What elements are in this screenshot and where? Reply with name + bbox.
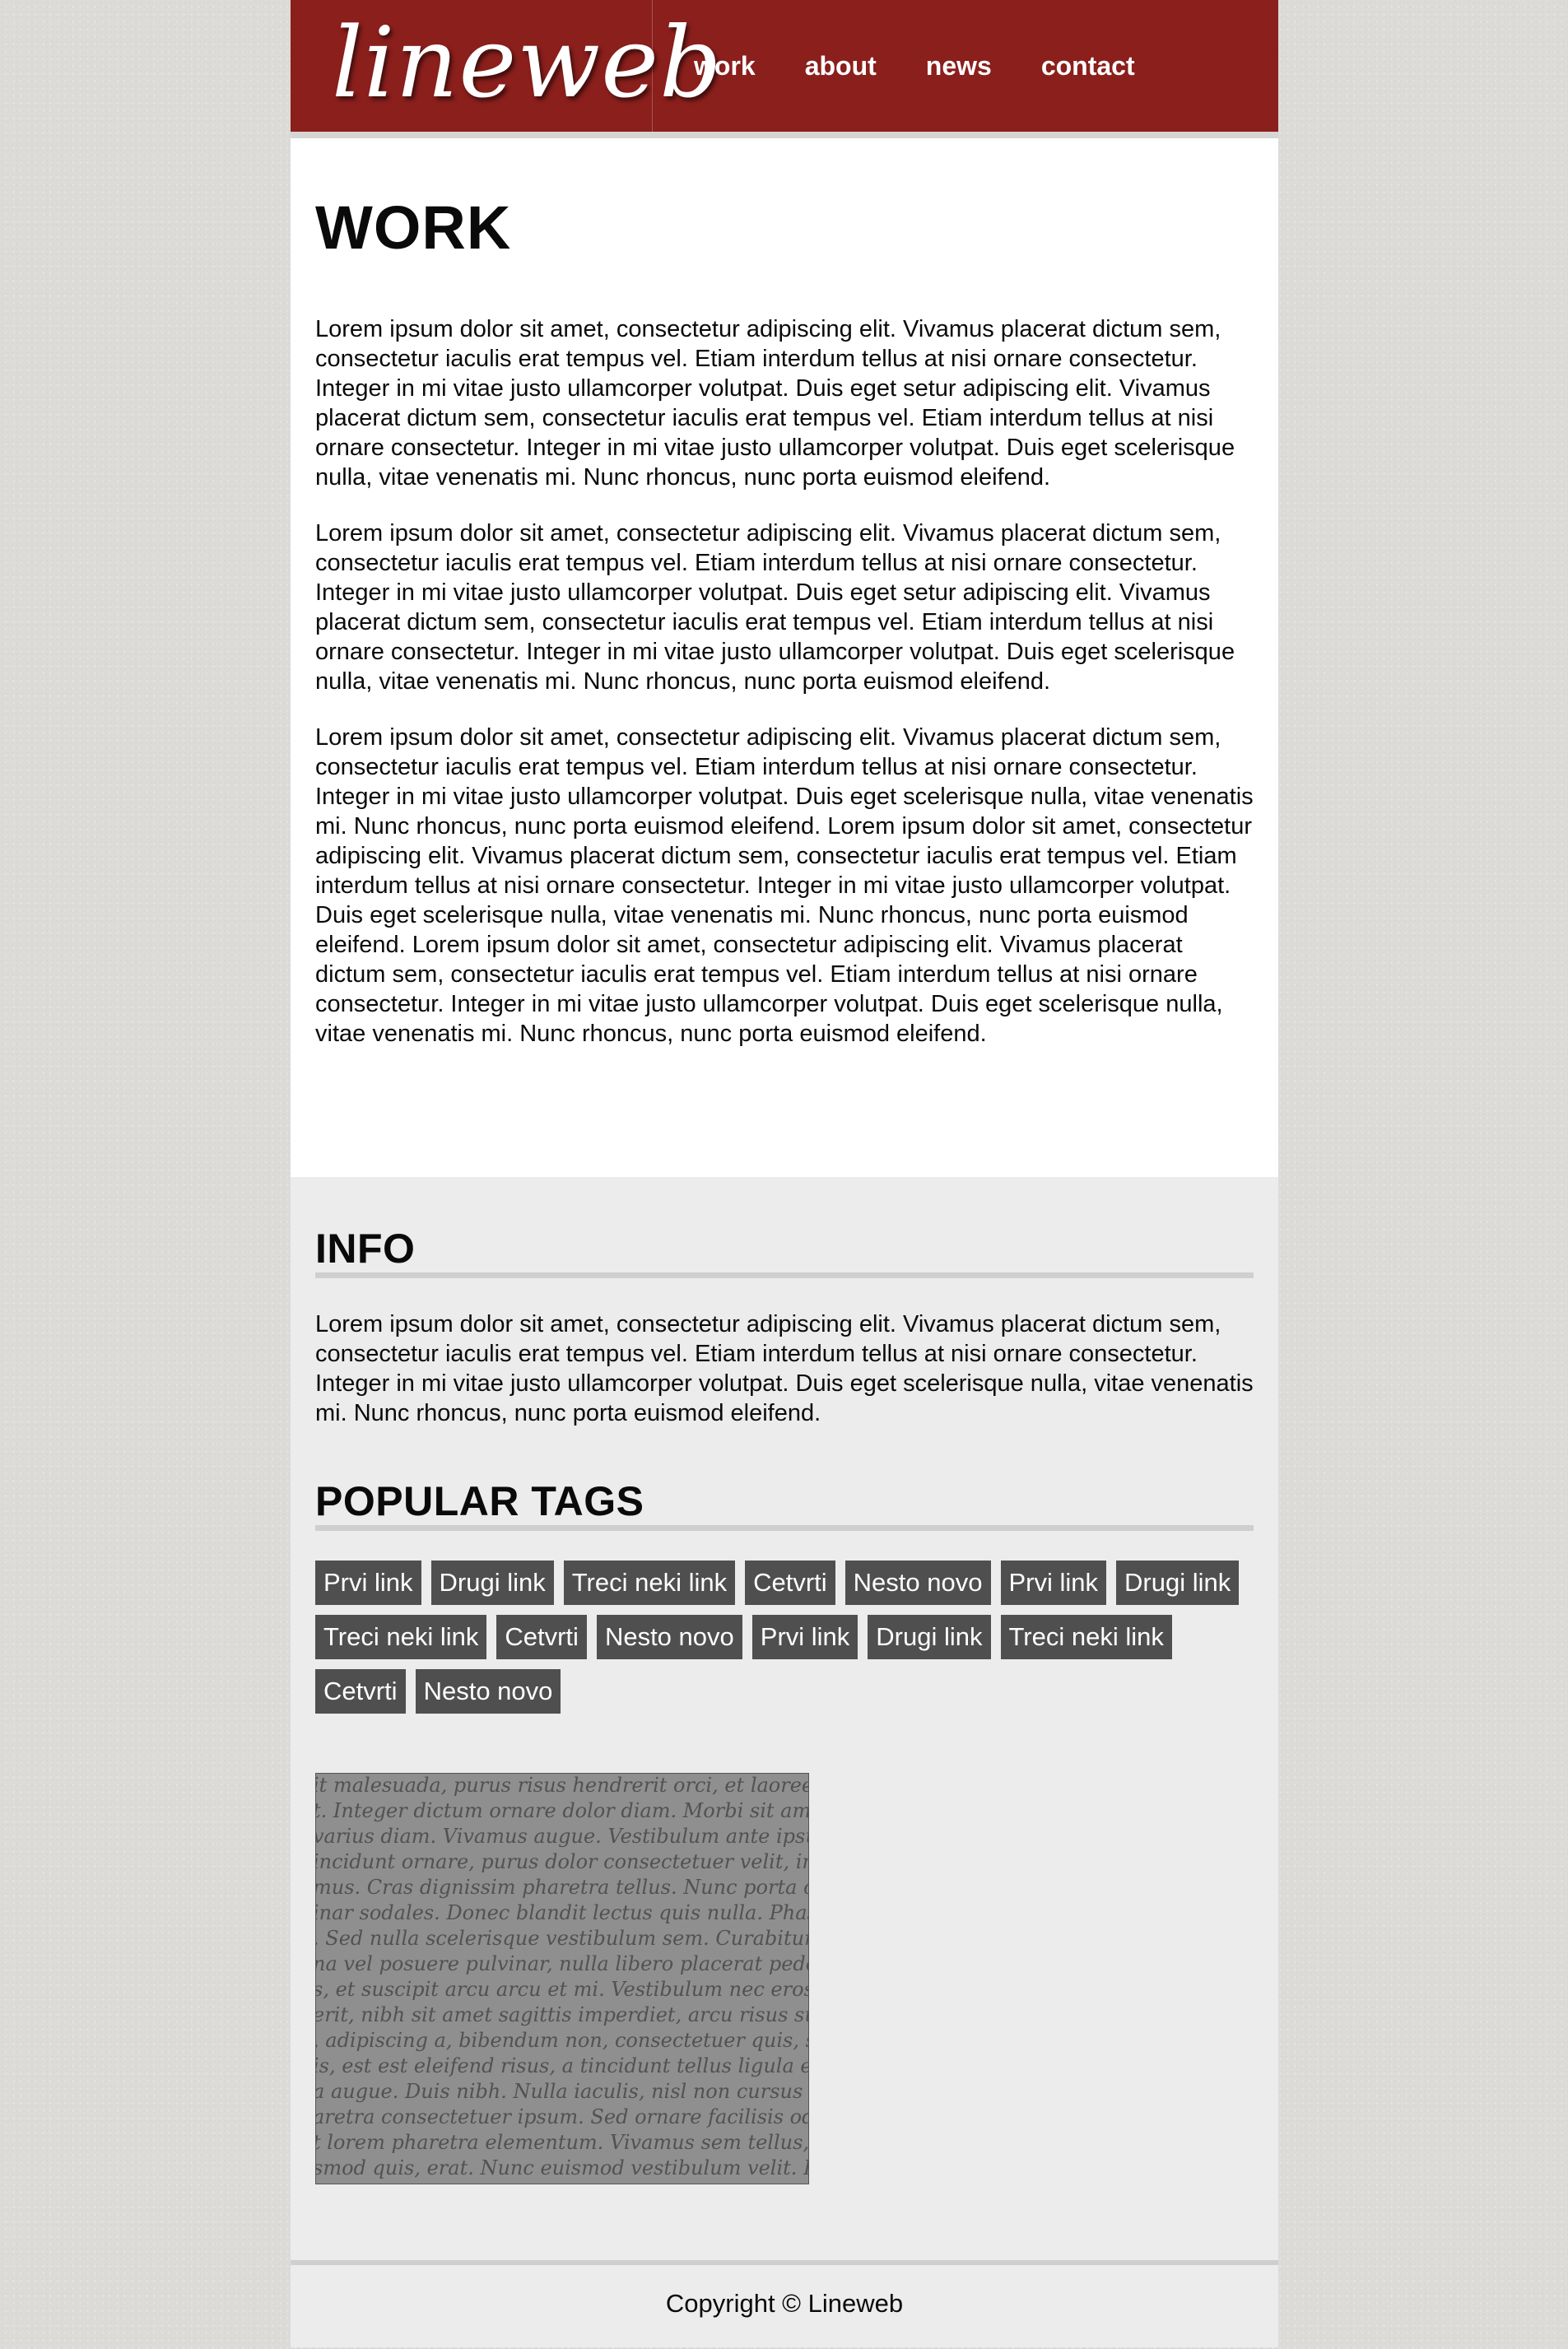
calligraphy-line: s, et suscipit arcu arcu et mi. Vestibul… — [316, 1978, 809, 2001]
nav-link-news[interactable]: news — [926, 51, 992, 81]
calligraphy-line: erit, nibh sit amet sagittis imperdiet, … — [316, 2003, 809, 2026]
calligraphy-svg: it malesuada, purus risus hendrerit orci… — [316, 1774, 809, 2179]
tag-link[interactable]: Treci neki link — [563, 1561, 736, 1605]
logo-container[interactable]: lineweb — [291, 0, 722, 132]
calligraphy-line: na vel posuere pulvinar, nulla libero pl… — [316, 1952, 809, 1975]
calligraphy-line: t. Integer dictum ornare dolor diam. Mor… — [316, 1799, 809, 1822]
calligraphy-line: is, est est eleifend risus, a tincidunt … — [316, 2054, 809, 2077]
tag-link[interactable]: Cetvrti — [745, 1561, 835, 1605]
tag-cloud: Prvi link Drugi link Treci neki link Cet… — [315, 1561, 1254, 1723]
tag-link[interactable]: Cetvrti — [496, 1615, 587, 1659]
calligraphy-line: smod quis, erat. Nunc euismod vestibulum… — [316, 2156, 809, 2179]
popular-tags-heading: POPULAR TAGS — [315, 1481, 1254, 1531]
calligraphy-line: incidunt ornare, purus dolor consectetue… — [316, 1850, 809, 1873]
tag-link[interactable]: Drugi link — [430, 1561, 554, 1605]
calligraphy-line: t lorem pharetra elementum. Vivamus sem … — [316, 2131, 809, 2154]
content-paragraph-2: Lorem ipsum dolor sit amet, consectetur … — [315, 520, 1235, 695]
tag-link[interactable]: Treci neki link — [315, 1615, 487, 1659]
copyright-text: Copyright © Lineweb — [665, 2289, 904, 2318]
calligraphy-line: aretra consectetuer ipsum. Sed ornare fa… — [316, 2105, 809, 2128]
tag-link[interactable]: Treci neki link — [1000, 1615, 1172, 1659]
tag-link[interactable]: Prvi link — [315, 1561, 421, 1605]
site-header: lineweb work about news contact — [291, 0, 1278, 138]
calligraphy-image: it malesuada, purus risus hendrerit orci… — [315, 1773, 809, 2184]
tag-link[interactable]: Nesto novo — [415, 1669, 561, 1714]
tag-link[interactable]: Prvi link — [751, 1615, 858, 1659]
nav-link-work[interactable]: work — [694, 51, 756, 81]
content-paragraph-1: Lorem ipsum dolor sit amet, consectetur … — [315, 316, 1235, 491]
nav-link-about[interactable]: about — [805, 51, 877, 81]
tag-link[interactable]: Drugi link — [1116, 1561, 1240, 1605]
tag-link[interactable]: Drugi link — [868, 1615, 991, 1659]
main-nav: work about news contact — [653, 0, 1184, 132]
calligraphy-line: it malesuada, purus risus hendrerit orci… — [316, 1774, 809, 1797]
info-text: Lorem ipsum dolor sit amet, consectetur … — [315, 1311, 1254, 1426]
tag-link[interactable]: Nesto novo — [596, 1615, 742, 1659]
page-title: WORK — [315, 193, 512, 262]
content-paragraph-3: Lorem ipsum dolor sit amet, consectetur … — [315, 724, 1254, 1047]
tag-link[interactable]: Cetvrti — [315, 1669, 406, 1714]
calligraphy-line: varius diam. Vivamus augue. Vestibulum a… — [316, 1825, 809, 1848]
calligraphy-line: inar sodales. Donec blandit lectus quis … — [316, 1901, 809, 1924]
nav-link-contact[interactable]: contact — [1041, 51, 1135, 81]
info-heading: INFO — [315, 1228, 1254, 1278]
tag-link[interactable]: Prvi link — [1000, 1561, 1107, 1605]
sidebar: INFO Lorem ipsum dolor sit amet, consect… — [291, 1177, 1278, 2265]
page: lineweb work about news contact WORK Lor… — [291, 0, 1278, 2349]
main-content: WORK Lorem ipsum dolor sit amet, consect… — [291, 138, 1278, 1177]
tag-link[interactable]: Nesto novo — [844, 1561, 991, 1605]
calligraphy-line: a augue. Duis nibh. Nulla iaculis, nisl … — [316, 2080, 809, 2103]
calligraphy-line: . Sed nulla scelerisque vestibulum sem. … — [316, 1927, 809, 1950]
calligraphy-line: , adipiscing a, bibendum non, consectetu… — [316, 2029, 809, 2052]
calligraphy-line: mus. Cras dignissim pharetra tellus. Nun… — [316, 1876, 809, 1899]
site-footer: Copyright © Lineweb — [291, 2265, 1278, 2347]
